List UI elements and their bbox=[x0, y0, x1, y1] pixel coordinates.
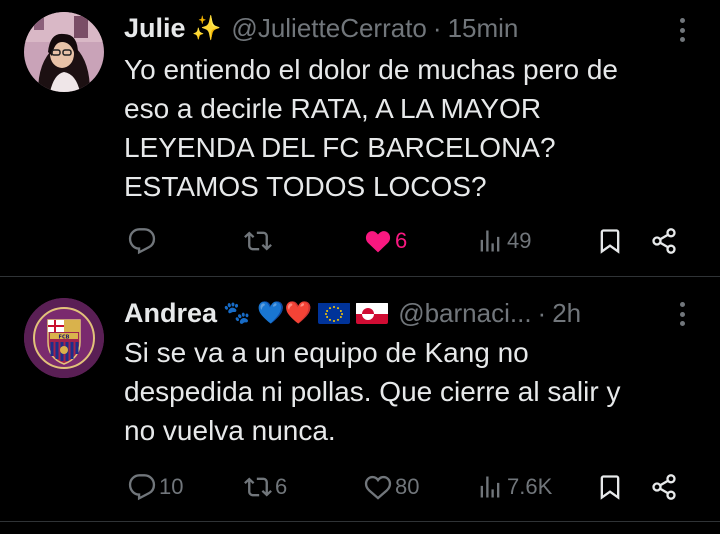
reply-count: 10 bbox=[159, 474, 184, 499]
author-handle[interactable]: @barnaci... bbox=[398, 298, 531, 329]
like-icon bbox=[364, 475, 392, 500]
emoji-group: 🐾 💙❤️ bbox=[223, 300, 313, 326]
tweet-header: Andrea 🐾 💙❤️ @barnaci... · 2h bbox=[124, 295, 660, 331]
views-count: 7.6K bbox=[507, 474, 553, 499]
bookmark-button[interactable] bbox=[596, 470, 624, 504]
retweet-button[interactable]: 6 bbox=[244, 470, 287, 504]
retweet-count: 6 bbox=[275, 474, 288, 499]
like-button[interactable]: 80 bbox=[364, 470, 419, 504]
retweet-icon bbox=[244, 477, 272, 497]
avatar[interactable]: FCB bbox=[24, 298, 104, 378]
divider bbox=[0, 521, 720, 522]
action-bar: 10 6 80 7.6K bbox=[124, 470, 684, 504]
greenland-flag-icon bbox=[356, 302, 389, 324]
crest-text: FCB bbox=[59, 335, 70, 341]
reply-button[interactable]: 10 bbox=[128, 470, 183, 504]
separator: · bbox=[537, 297, 547, 328]
share-icon bbox=[652, 474, 676, 500]
bookmark-icon bbox=[600, 475, 620, 500]
author-name[interactable]: Andrea bbox=[124, 298, 217, 329]
like-count: 80 bbox=[395, 474, 420, 499]
tweet[interactable]: FCB Andrea 🐾 💙❤️ @barnaci... · 2h Si se … bbox=[0, 0, 720, 534]
reply-icon bbox=[128, 474, 156, 501]
timestamp[interactable]: 2h bbox=[552, 298, 581, 329]
views-icon bbox=[480, 476, 500, 498]
share-button[interactable] bbox=[650, 470, 678, 504]
tweet-text: Si se va a un equipo de Kang no despedid… bbox=[124, 337, 621, 446]
more-icon[interactable] bbox=[678, 302, 686, 326]
views-button[interactable]: 7.6K bbox=[476, 470, 552, 504]
eu-flag-icon bbox=[318, 302, 351, 324]
